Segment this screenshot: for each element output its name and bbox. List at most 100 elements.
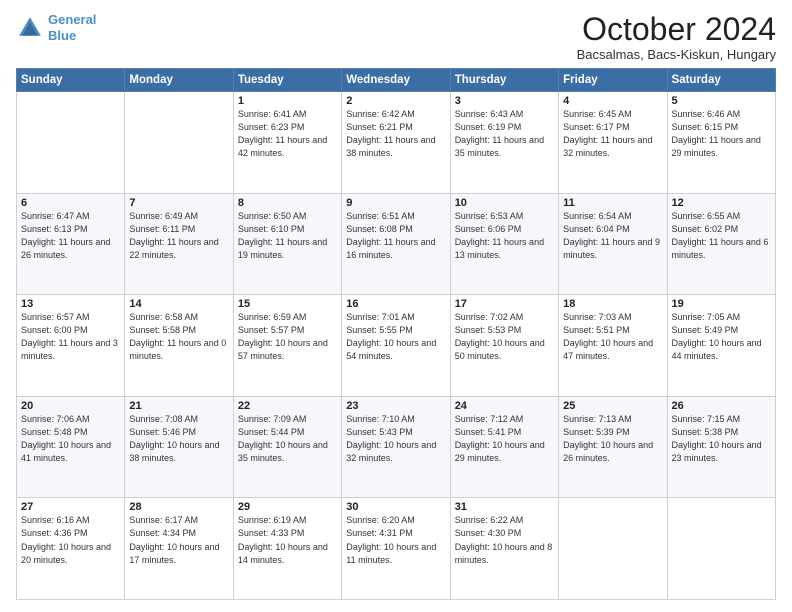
day-info: Sunrise: 7:13 AMSunset: 5:39 PMDaylight:…: [563, 413, 662, 465]
day-number: 20: [21, 400, 120, 412]
day-info: Sunrise: 6:45 AMSunset: 6:17 PMDaylight:…: [563, 108, 662, 160]
calendar-cell: 10Sunrise: 6:53 AMSunset: 6:06 PMDayligh…: [450, 193, 558, 295]
day-number: 8: [238, 197, 337, 209]
day-number: 17: [455, 298, 554, 310]
day-info: Sunrise: 7:02 AMSunset: 5:53 PMDaylight:…: [455, 311, 554, 363]
day-info: Sunrise: 6:16 AMSunset: 4:36 PMDaylight:…: [21, 514, 120, 566]
header: General Blue October 2024 Bacsalmas, Bac…: [16, 12, 776, 62]
calendar-cell: 6Sunrise: 6:47 AMSunset: 6:13 PMDaylight…: [17, 193, 125, 295]
logo-line1: General: [48, 12, 96, 27]
calendar-cell: [125, 92, 233, 194]
day-info: Sunrise: 7:05 AMSunset: 5:49 PMDaylight:…: [672, 311, 771, 363]
day-number: 27: [21, 501, 120, 513]
logo-icon: [16, 14, 44, 42]
day-number: 10: [455, 197, 554, 209]
calendar-week-1: 1Sunrise: 6:41 AMSunset: 6:23 PMDaylight…: [17, 92, 776, 194]
day-info: Sunrise: 6:55 AMSunset: 6:02 PMDaylight:…: [672, 210, 771, 262]
col-header-monday: Monday: [125, 69, 233, 92]
day-info: Sunrise: 7:03 AMSunset: 5:51 PMDaylight:…: [563, 311, 662, 363]
day-number: 7: [129, 197, 228, 209]
calendar-week-4: 20Sunrise: 7:06 AMSunset: 5:48 PMDayligh…: [17, 396, 776, 498]
calendar-cell: 15Sunrise: 6:59 AMSunset: 5:57 PMDayligh…: [233, 295, 341, 397]
calendar-cell: 27Sunrise: 6:16 AMSunset: 4:36 PMDayligh…: [17, 498, 125, 600]
day-info: Sunrise: 7:12 AMSunset: 5:41 PMDaylight:…: [455, 413, 554, 465]
day-number: 21: [129, 400, 228, 412]
day-info: Sunrise: 6:54 AMSunset: 6:04 PMDaylight:…: [563, 210, 662, 262]
day-number: 5: [672, 95, 771, 107]
logo: General Blue: [16, 12, 96, 43]
day-number: 12: [672, 197, 771, 209]
day-number: 15: [238, 298, 337, 310]
day-number: 16: [346, 298, 445, 310]
day-info: Sunrise: 6:41 AMSunset: 6:23 PMDaylight:…: [238, 108, 337, 160]
day-number: 28: [129, 501, 228, 513]
day-info: Sunrise: 6:49 AMSunset: 6:11 PMDaylight:…: [129, 210, 228, 262]
day-number: 24: [455, 400, 554, 412]
day-number: 4: [563, 95, 662, 107]
calendar-week-3: 13Sunrise: 6:57 AMSunset: 6:00 PMDayligh…: [17, 295, 776, 397]
calendar-cell: 23Sunrise: 7:10 AMSunset: 5:43 PMDayligh…: [342, 396, 450, 498]
col-header-sunday: Sunday: [17, 69, 125, 92]
calendar-cell: 4Sunrise: 6:45 AMSunset: 6:17 PMDaylight…: [559, 92, 667, 194]
col-header-tuesday: Tuesday: [233, 69, 341, 92]
page: General Blue October 2024 Bacsalmas, Bac…: [0, 0, 792, 612]
calendar-cell: 12Sunrise: 6:55 AMSunset: 6:02 PMDayligh…: [667, 193, 775, 295]
calendar-cell: 8Sunrise: 6:50 AMSunset: 6:10 PMDaylight…: [233, 193, 341, 295]
day-info: Sunrise: 7:15 AMSunset: 5:38 PMDaylight:…: [672, 413, 771, 465]
day-info: Sunrise: 6:59 AMSunset: 5:57 PMDaylight:…: [238, 311, 337, 363]
calendar-cell: 7Sunrise: 6:49 AMSunset: 6:11 PMDaylight…: [125, 193, 233, 295]
calendar-cell: 30Sunrise: 6:20 AMSunset: 4:31 PMDayligh…: [342, 498, 450, 600]
calendar-cell: 9Sunrise: 6:51 AMSunset: 6:08 PMDaylight…: [342, 193, 450, 295]
day-number: 2: [346, 95, 445, 107]
calendar-cell: 28Sunrise: 6:17 AMSunset: 4:34 PMDayligh…: [125, 498, 233, 600]
day-number: 14: [129, 298, 228, 310]
logo-line2: Blue: [48, 28, 76, 43]
col-header-wednesday: Wednesday: [342, 69, 450, 92]
day-number: 1: [238, 95, 337, 107]
day-info: Sunrise: 6:19 AMSunset: 4:33 PMDaylight:…: [238, 514, 337, 566]
day-number: 25: [563, 400, 662, 412]
col-header-saturday: Saturday: [667, 69, 775, 92]
logo-text: General Blue: [48, 12, 96, 43]
calendar-cell: 19Sunrise: 7:05 AMSunset: 5:49 PMDayligh…: [667, 295, 775, 397]
day-number: 23: [346, 400, 445, 412]
day-number: 3: [455, 95, 554, 107]
calendar-cell: 22Sunrise: 7:09 AMSunset: 5:44 PMDayligh…: [233, 396, 341, 498]
day-info: Sunrise: 6:51 AMSunset: 6:08 PMDaylight:…: [346, 210, 445, 262]
day-info: Sunrise: 6:58 AMSunset: 5:58 PMDaylight:…: [129, 311, 228, 363]
day-info: Sunrise: 6:57 AMSunset: 6:00 PMDaylight:…: [21, 311, 120, 363]
col-header-friday: Friday: [559, 69, 667, 92]
calendar-week-2: 6Sunrise: 6:47 AMSunset: 6:13 PMDaylight…: [17, 193, 776, 295]
day-number: 26: [672, 400, 771, 412]
calendar-cell: 29Sunrise: 6:19 AMSunset: 4:33 PMDayligh…: [233, 498, 341, 600]
day-number: 13: [21, 298, 120, 310]
month-title: October 2024: [577, 12, 776, 47]
day-number: 19: [672, 298, 771, 310]
day-info: Sunrise: 7:08 AMSunset: 5:46 PMDaylight:…: [129, 413, 228, 465]
calendar-cell: 11Sunrise: 6:54 AMSunset: 6:04 PMDayligh…: [559, 193, 667, 295]
calendar-cell: 18Sunrise: 7:03 AMSunset: 5:51 PMDayligh…: [559, 295, 667, 397]
calendar-cell: 31Sunrise: 6:22 AMSunset: 4:30 PMDayligh…: [450, 498, 558, 600]
calendar-cell: 14Sunrise: 6:58 AMSunset: 5:58 PMDayligh…: [125, 295, 233, 397]
calendar-cell: 21Sunrise: 7:08 AMSunset: 5:46 PMDayligh…: [125, 396, 233, 498]
day-number: 11: [563, 197, 662, 209]
day-number: 6: [21, 197, 120, 209]
calendar-cell: 1Sunrise: 6:41 AMSunset: 6:23 PMDaylight…: [233, 92, 341, 194]
calendar-cell: 3Sunrise: 6:43 AMSunset: 6:19 PMDaylight…: [450, 92, 558, 194]
day-number: 29: [238, 501, 337, 513]
day-info: Sunrise: 6:47 AMSunset: 6:13 PMDaylight:…: [21, 210, 120, 262]
calendar-header-row: SundayMondayTuesdayWednesdayThursdayFrid…: [17, 69, 776, 92]
calendar-cell: 24Sunrise: 7:12 AMSunset: 5:41 PMDayligh…: [450, 396, 558, 498]
calendar-cell: [17, 92, 125, 194]
day-info: Sunrise: 6:43 AMSunset: 6:19 PMDaylight:…: [455, 108, 554, 160]
day-number: 18: [563, 298, 662, 310]
day-number: 31: [455, 501, 554, 513]
calendar-table: SundayMondayTuesdayWednesdayThursdayFrid…: [16, 68, 776, 600]
day-info: Sunrise: 7:09 AMSunset: 5:44 PMDaylight:…: [238, 413, 337, 465]
day-info: Sunrise: 6:22 AMSunset: 4:30 PMDaylight:…: [455, 514, 554, 566]
calendar-cell: [667, 498, 775, 600]
calendar-cell: 13Sunrise: 6:57 AMSunset: 6:00 PMDayligh…: [17, 295, 125, 397]
day-info: Sunrise: 6:17 AMSunset: 4:34 PMDaylight:…: [129, 514, 228, 566]
day-number: 9: [346, 197, 445, 209]
calendar-cell: 17Sunrise: 7:02 AMSunset: 5:53 PMDayligh…: [450, 295, 558, 397]
